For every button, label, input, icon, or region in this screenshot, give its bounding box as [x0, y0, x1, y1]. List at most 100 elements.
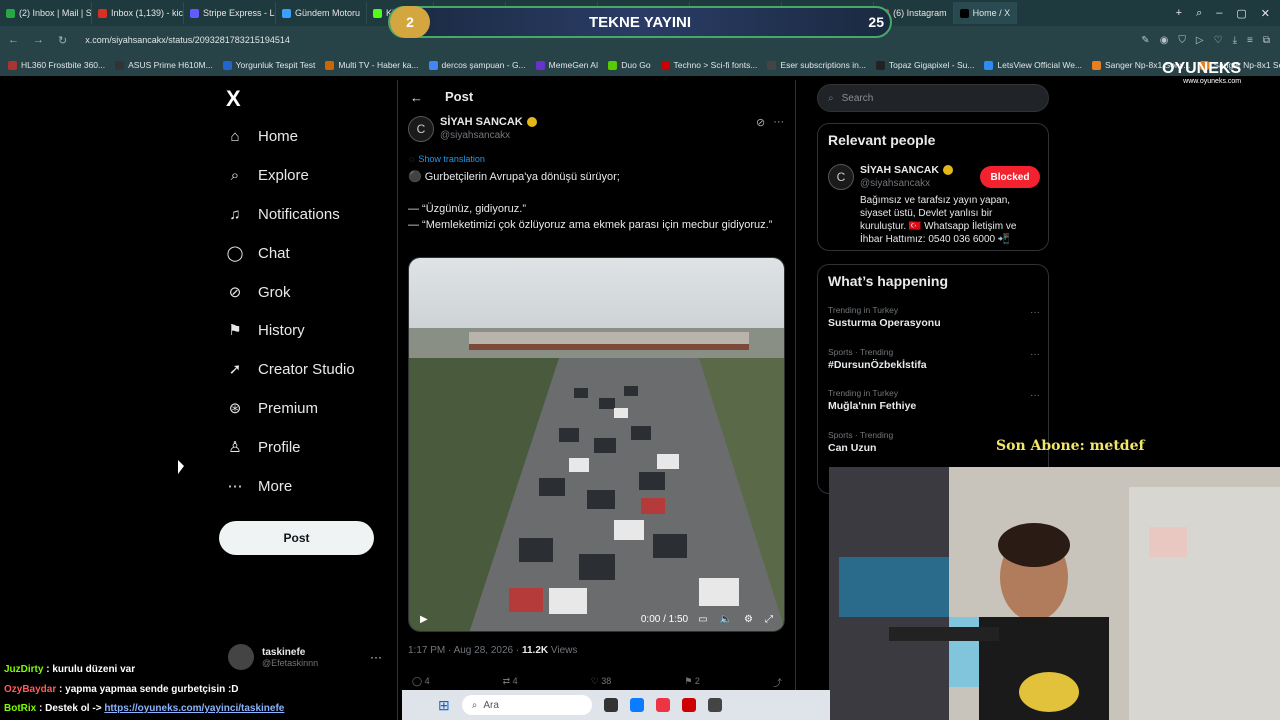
nav-item-home[interactable]: ⌂ Home: [226, 127, 298, 145]
maximize-icon[interactable]: ▢: [1236, 7, 1246, 20]
post-meta: 1:17 PM · Aug 28, 2026 · 11.2K Views: [408, 645, 577, 656]
shield-icon[interactable]: ⛉: [1178, 35, 1186, 46]
repost-button[interactable]: ⇄ 4: [503, 676, 518, 689]
post-text-line: ⚫ Gurbetçilerin Avrupa'ya dönüşü sürüyor…: [408, 171, 620, 183]
more-icon[interactable]: ···: [773, 116, 784, 129]
last-subscriber-label: Son Abone: metdef: [996, 438, 1145, 454]
share-icon[interactable]: ⤴: [773, 676, 782, 689]
settings-icon[interactable]: ⚙: [744, 614, 753, 625]
browser-tab[interactable]: Home / X: [953, 2, 1018, 24]
chat-link[interactable]: https://oyuneks.com/yayinci/taskinefe: [104, 703, 284, 714]
nav-item-explore[interactable]: ⌕ Explore: [226, 166, 309, 184]
back-icon[interactable]: ←: [8, 34, 19, 47]
minimize-icon[interactable]: –: [1216, 7, 1222, 20]
bookmark-item[interactable]: Duo Go: [608, 60, 651, 70]
post-text: ⚫ Gurbetçilerin Avrupa'ya dönüşü sürüyor…: [408, 169, 780, 233]
nav-item-profile[interactable]: ♙ Profile: [226, 438, 301, 457]
edge-icon[interactable]: [629, 698, 644, 712]
new-tab-icon[interactable]: +: [1176, 7, 1182, 20]
extension-icon[interactable]: ⧉: [1263, 35, 1270, 46]
browser-tab[interactable]: (2) Inbox | Mail | SO: [0, 2, 92, 24]
author-name[interactable]: SİYAH SANCAK: [440, 116, 537, 128]
search-box[interactable]: ⌕: [817, 84, 1049, 112]
volume-icon[interactable]: 🔈: [720, 614, 732, 625]
post-text-line: — “Memleketimizi çok özlüyoruz ama ekmek…: [408, 219, 773, 231]
nav-item-more[interactable]: ⋯ More: [226, 477, 293, 496]
bookmark-item[interactable]: HL360 Frostbite 360...: [8, 60, 105, 70]
bookmark-item[interactable]: ASUS Prime H610M...: [115, 60, 213, 70]
nav-item-label: Profile: [258, 438, 301, 456]
play-icon[interactable]: ▷: [1196, 35, 1204, 46]
bookmark-button[interactable]: ⚑ 2: [684, 676, 700, 689]
play-icon[interactable]: ▶: [420, 614, 428, 625]
nav-item-notifications[interactable]: ♫ Notifications: [226, 205, 339, 223]
share-icon[interactable]: ✎: [1141, 35, 1149, 46]
nav-item-grok[interactable]: ⊘ Grok: [226, 283, 291, 302]
browser-tab[interactable]: Stripe Express - Log: [184, 2, 276, 24]
post-button[interactable]: Post: [219, 521, 374, 555]
nav-item-label: Explore: [258, 166, 309, 184]
browser-tab[interactable]: Inbox (1,139) - kick: [92, 2, 184, 24]
post-video[interactable]: [408, 257, 785, 632]
views-label: Views: [548, 645, 578, 656]
trend-item[interactable]: Trending in Turkey Muğla'nın Fethiye ···: [828, 388, 1040, 412]
grok-icon[interactable]: ⊘: [756, 116, 765, 129]
reply-button[interactable]: ◯ 4: [412, 676, 430, 689]
copilot-icon[interactable]: [655, 698, 670, 712]
camera-icon[interactable]: ◉: [1160, 35, 1169, 46]
blocked-button[interactable]: Blocked: [980, 166, 1040, 188]
forward-icon[interactable]: →: [33, 34, 44, 47]
author-avatar[interactable]: C: [408, 116, 434, 142]
show-translation-link[interactable]: ◌ Show translation: [409, 154, 485, 164]
browser-tab[interactable]: Gündem Motoru: [276, 2, 368, 24]
relevant-name[interactable]: SİYAH SANCAK: [860, 164, 953, 176]
bookmark-favicon-icon: [1092, 60, 1102, 70]
bookmark-item[interactable]: Eser subscriptions in...: [767, 60, 866, 70]
bookmark-item[interactable]: dercos şampuan - G...: [428, 60, 526, 70]
reload-icon[interactable]: ↻: [58, 34, 67, 47]
account-more-icon[interactable]: ···: [370, 650, 382, 664]
trend-item[interactable]: Sports · Trending #DursunÖzbekİstifa ···: [828, 347, 1040, 371]
trend-item[interactable]: Trending in Turkey Susturma Operasyonu ···: [828, 305, 1040, 329]
url-field[interactable]: x.com/siyahsancakx/status/20932817832151…: [85, 35, 290, 45]
avatar: [228, 644, 254, 670]
bookmark-item[interactable]: MemeGen AI: [535, 60, 598, 70]
back-arrow-icon[interactable]: ←: [410, 90, 423, 105]
trend-more-icon[interactable]: ···: [1030, 349, 1040, 360]
x-logo[interactable]: X: [226, 86, 241, 112]
trend-more-icon[interactable]: ···: [1030, 307, 1040, 318]
nav-item-premium[interactable]: ⊛ Premium: [226, 399, 318, 418]
bookmark-item[interactable]: Yorgunluk Tespit Test: [222, 60, 315, 70]
captions-icon[interactable]: ▭: [698, 614, 707, 625]
windows-start-icon[interactable]: ⊞: [438, 697, 450, 714]
close-icon[interactable]: ✕: [1261, 7, 1270, 20]
webcam-frame: [829, 467, 1280, 720]
bookmark-item[interactable]: Techno > Sci-fi fonts...: [660, 60, 757, 70]
stream-overlay-banner: 2 TEKNE YAYINI 25: [388, 6, 892, 38]
person-icon: ♙: [228, 439, 242, 456]
premium-icon: ⊛: [228, 400, 242, 417]
account-switcher[interactable]: taskinefe @Efetaskinnn: [228, 644, 318, 670]
bookmark-item[interactable]: Topaz Gigapixel - Su...: [875, 60, 974, 70]
fullscreen-icon[interactable]: ⤢: [765, 614, 773, 625]
download-icon[interactable]: ⤓: [1233, 35, 1237, 46]
nav-item-chat[interactable]: ◯ Chat: [226, 244, 290, 263]
like-button[interactable]: ♡ 38: [591, 676, 612, 689]
trend-more-icon[interactable]: ···: [1030, 390, 1040, 401]
search-input[interactable]: [841, 92, 1022, 104]
nav-item-creator-studio[interactable]: ➚ Creator Studio: [226, 360, 355, 379]
bookmark-label: HL360 Frostbite 360...: [21, 60, 106, 70]
search-tabs-icon[interactable]: ⌕: [1196, 7, 1202, 20]
menu-icon[interactable]: ≡: [1247, 35, 1253, 46]
heart-icon[interactable]: ♡: [1214, 35, 1223, 46]
relevant-people-title: Relevant people: [828, 132, 936, 148]
taskbar-search[interactable]: ⌕ Ara: [461, 695, 592, 715]
bookmark-item[interactable]: LetsView Official We...: [984, 60, 1082, 70]
bookmark-label: Multi TV - Haber ka...: [338, 60, 419, 70]
task-view-icon[interactable]: [603, 698, 618, 712]
opera-icon[interactable]: [681, 698, 696, 712]
nav-item-history[interactable]: ⚑ History: [226, 321, 304, 340]
app-icon[interactable]: [707, 698, 722, 712]
relevant-avatar[interactable]: C: [828, 164, 854, 190]
bookmark-item[interactable]: Multi TV - Haber ka...: [325, 60, 419, 70]
